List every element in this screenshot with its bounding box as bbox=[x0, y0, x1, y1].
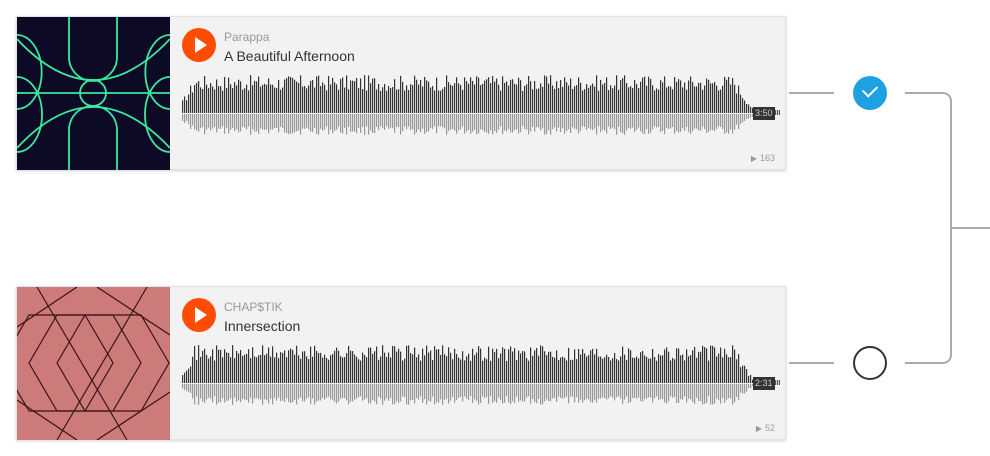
bracket-output bbox=[952, 227, 990, 229]
waveform-1[interactable] bbox=[180, 75, 780, 145]
track-1-artist[interactable]: Parappa bbox=[224, 30, 269, 44]
check-icon bbox=[861, 81, 879, 98]
track-2-title[interactable]: Innersection bbox=[224, 318, 300, 334]
track-2-duration: 2:31 bbox=[753, 377, 775, 390]
track-1-play-count: ▶ 163 bbox=[750, 153, 775, 163]
bracket-corner-bottom bbox=[943, 355, 952, 364]
bracket-corner-top bbox=[943, 92, 952, 101]
connector-line-1 bbox=[789, 92, 834, 94]
track-1-title[interactable]: A Beautiful Afternoon bbox=[224, 48, 355, 64]
play-button-1[interactable] bbox=[182, 28, 216, 62]
track-2-artist[interactable]: CHAP$TIK bbox=[224, 300, 283, 314]
waveform-2[interactable] bbox=[180, 345, 780, 415]
connector-line-2 bbox=[789, 362, 834, 364]
track-2-artwork[interactable] bbox=[17, 287, 170, 440]
bracket-bottom bbox=[905, 362, 943, 364]
track-card-1[interactable]: Parappa A Beautiful Afternoon 3:50 ▶ 163 bbox=[16, 16, 786, 170]
play-count-icon: ▶ bbox=[755, 424, 762, 433]
select-track-2-radio[interactable] bbox=[853, 346, 887, 380]
select-track-1-radio[interactable] bbox=[853, 76, 887, 110]
track-card-2[interactable]: CHAP$TIK Innersection 2:31 ▶ 52 bbox=[16, 286, 786, 440]
track-2-play-count: ▶ 52 bbox=[755, 423, 775, 433]
bracket-top bbox=[905, 92, 943, 94]
track-1-duration: 3:50 bbox=[753, 107, 775, 120]
play-button-2[interactable] bbox=[182, 298, 216, 332]
track-1-artwork[interactable] bbox=[17, 17, 170, 170]
play-count-icon: ▶ bbox=[750, 154, 757, 163]
